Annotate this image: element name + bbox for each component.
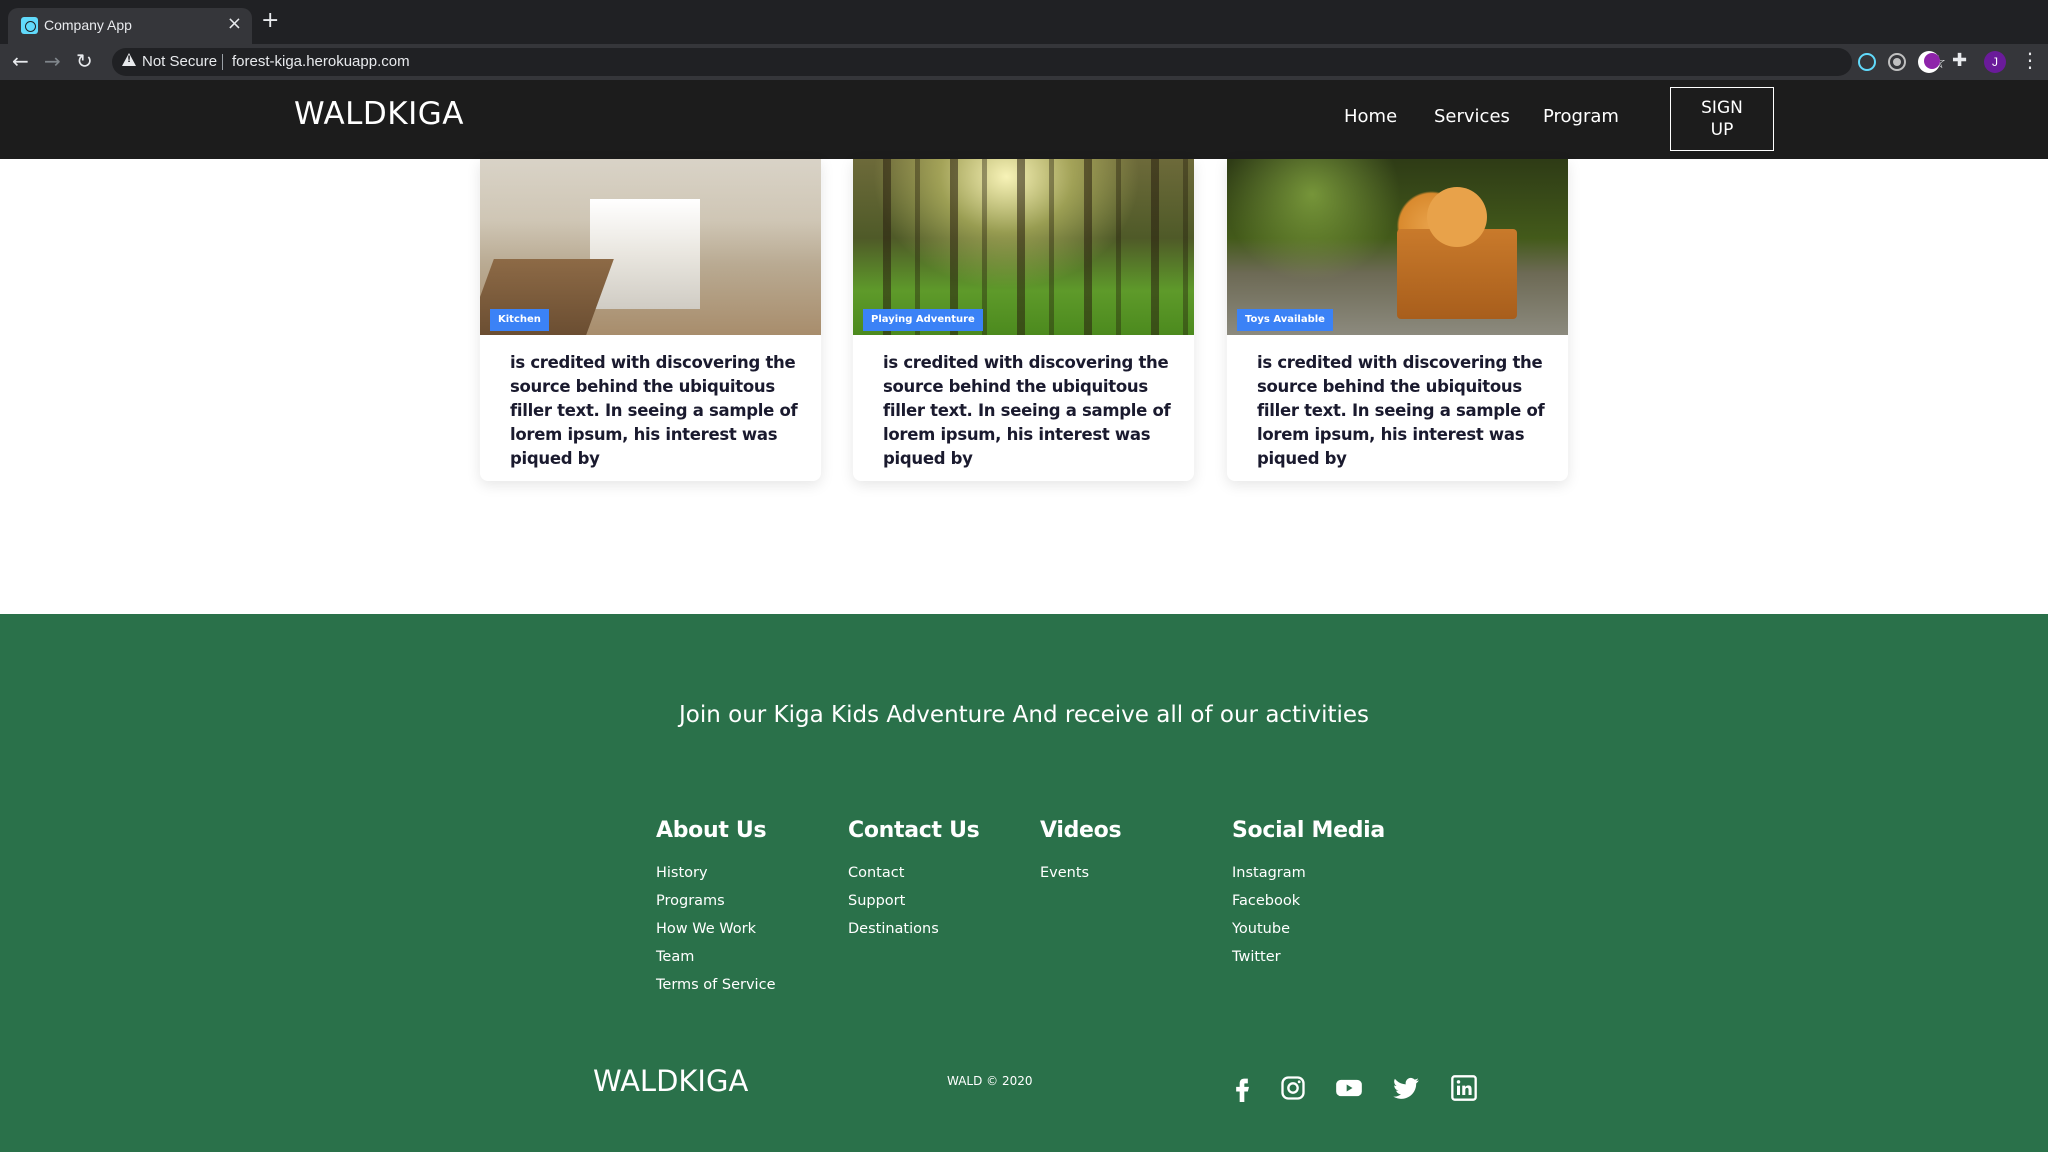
footer-link-programs[interactable]: Programs [656,887,775,915]
footer-column-social: Social Media Instagram Facebook Youtube … [1232,818,1385,971]
footer-link-how-we-work[interactable]: How We Work [656,915,775,943]
footer-link-destinations[interactable]: Destinations [848,915,979,943]
sign-up-label-line1: SIGN [1701,98,1743,118]
omnibox-divider [222,54,223,70]
youtube-icon[interactable] [1335,1074,1363,1102]
extension-target-icon[interactable] [1888,53,1906,71]
card-text: is credited with discovering the source … [883,353,1171,468]
footer-column-contact: Contact Us Contact Support Destinations [848,818,980,943]
card-text: is credited with discovering the source … [510,353,798,468]
sign-up-button[interactable]: SIGN UP [1670,87,1774,151]
footer-link-history[interactable]: History [656,859,775,887]
forward-arrow-icon[interactable]: → [44,49,61,73]
back-arrow-icon[interactable]: ← [12,49,29,73]
nav-program[interactable]: Program [1543,106,1619,127]
site-header: WALDKIGA Home Services Program SIGN UP [0,80,2048,159]
footer-logo[interactable]: WALDKIGA [593,1064,748,1098]
facebook-icon[interactable] [1228,1074,1256,1102]
reload-icon[interactable]: ↻ [76,49,93,73]
footer-link-instagram[interactable]: Instagram [1232,859,1385,887]
footer-link-contact[interactable]: Contact [848,859,979,887]
card-toys-available[interactable]: Toys Available is credited with discover… [1227,159,1568,481]
card-tag: Kitchen [490,309,549,331]
footer-column-title: Videos [1040,818,1122,843]
footer-link-support[interactable]: Support [848,887,979,915]
instagram-icon[interactable] [1279,1074,1307,1102]
card-text: is credited with discovering the source … [1257,353,1545,468]
footer-column-videos: Videos Events [1040,818,1122,887]
new-tab-icon[interactable]: + [261,10,279,32]
url-text[interactable]: forest-kiga.herokuapp.com [232,53,410,70]
card-kitchen[interactable]: Kitchen is credited with discovering the… [480,159,821,481]
sign-up-label-line2: UP [1710,120,1734,140]
tab-close-icon[interactable]: × [227,14,242,34]
site-logo[interactable]: WALDKIGA [294,96,464,132]
nav-services[interactable]: Services [1434,106,1510,127]
footer-link-twitter[interactable]: Twitter [1232,943,1385,971]
dark-mode-moon-icon[interactable] [1918,51,1940,73]
site-footer: Join our Kiga Kids Adventure And receive… [0,614,2048,1152]
footer-link-terms[interactable]: Terms of Service [656,971,775,999]
copyright-text: WALD © 2020 [947,1074,1033,1088]
browser-toolbar: ← → ↻ Not Secure forest-kiga.herokuapp.c… [0,44,2048,80]
card-playing-adventure[interactable]: Playing Adventure is credited with disco… [853,159,1194,481]
card-tag: Toys Available [1237,309,1333,331]
footer-column-title: Social Media [1232,818,1385,843]
browser-tab[interactable]: Company App × [8,8,252,44]
warning-icon [122,53,136,66]
footer-link-youtube[interactable]: Youtube [1232,915,1385,943]
linkedin-icon[interactable] [1450,1074,1478,1102]
footer-link-facebook[interactable]: Facebook [1232,887,1385,915]
nav-home[interactable]: Home [1344,106,1397,127]
footer-column-about: About Us History Programs How We Work Te… [656,818,775,999]
footer-column-title: Contact Us [848,818,980,843]
security-label[interactable]: Not Secure [142,53,217,70]
profile-avatar[interactable]: J [1984,51,2006,73]
footer-column-title: About Us [656,818,767,843]
tab-title: Company App [44,17,132,33]
react-favicon-icon [21,17,38,34]
browser-menu-icon[interactable]: ⋮ [2020,48,2040,72]
browser-tab-strip: Company App × + [0,0,2048,44]
twitter-icon[interactable] [1392,1074,1420,1102]
address-bar[interactable]: Not Secure forest-kiga.herokuapp.com ☆ [112,48,1946,76]
react-devtools-icon[interactable] [1858,53,1876,71]
footer-link-events[interactable]: Events [1040,859,1121,887]
extensions-puzzle-icon[interactable]: ✚ [1952,50,1967,71]
newsletter-heading: Join our Kiga Kids Adventure And receive… [678,702,1370,728]
footer-link-team[interactable]: Team [656,943,775,971]
card-tag: Playing Adventure [863,309,983,331]
